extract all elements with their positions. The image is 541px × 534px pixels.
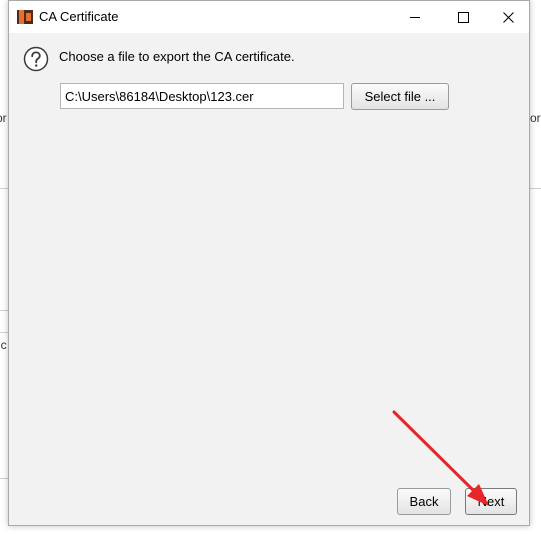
close-icon — [502, 11, 514, 23]
background-divider — [0, 478, 8, 479]
window-title: CA Certificate — [39, 9, 119, 24]
file-path-input[interactable] — [60, 83, 344, 109]
dialog-content: Choose a file to export the CA certifica… — [9, 33, 529, 525]
background-text: or — [530, 111, 541, 125]
minimize-button[interactable] — [392, 1, 438, 33]
next-button[interactable]: Next — [465, 488, 517, 515]
background-divider — [0, 310, 8, 311]
select-file-button[interactable]: Select file ... — [351, 83, 449, 110]
app-icon — [17, 10, 33, 24]
background-divider — [530, 188, 541, 189]
background-text: or — [0, 111, 7, 125]
close-button[interactable] — [485, 1, 531, 33]
background-divider — [0, 188, 8, 189]
background-divider — [0, 332, 8, 333]
maximize-icon — [457, 11, 469, 23]
minimize-icon — [409, 16, 420, 18]
ca-certificate-dialog: CA Certificate Choose a file to export t… — [8, 0, 530, 526]
back-button[interactable]: Back — [397, 488, 451, 515]
maximize-button[interactable] — [440, 1, 486, 33]
export-prompt: Choose a file to export the CA certifica… — [59, 49, 295, 64]
title-bar[interactable]: CA Certificate — [9, 1, 529, 33]
background-text: ic — [0, 338, 7, 352]
question-icon — [23, 46, 49, 72]
